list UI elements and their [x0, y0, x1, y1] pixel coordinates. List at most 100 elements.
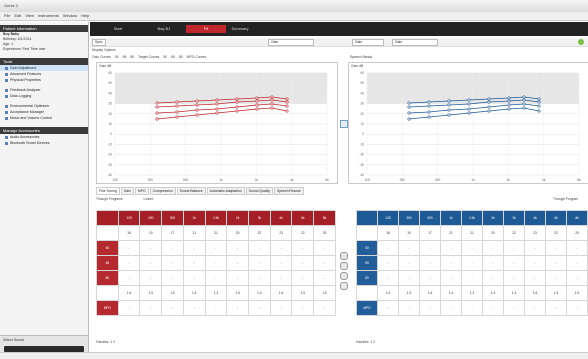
gain-cell[interactable]: - [139, 300, 163, 316]
gain-cell[interactable]: 17 [161, 225, 184, 241]
gain-cell[interactable]: 1.3 [461, 285, 483, 301]
gain-cell[interactable]: 1.5 [226, 285, 250, 301]
gain-cell[interactable]: - [139, 270, 163, 286]
gain-cell[interactable]: 19 [139, 225, 163, 241]
gain-cell[interactable]: 1.5 [139, 285, 163, 301]
display-option-5[interactable]: 50 [163, 55, 167, 59]
gain-cell[interactable]: 1.6 [161, 285, 184, 301]
display-option-1[interactable]: 50 [115, 55, 119, 59]
gain-cell[interactable]: 21 [440, 225, 462, 241]
display-option-3[interactable]: 80 [130, 55, 134, 59]
tab-gain[interactable]: Gain [120, 187, 134, 195]
display-option-2[interactable]: 65 [123, 55, 127, 59]
gain-cell[interactable]: - [440, 240, 462, 256]
tab-fine-tuning[interactable]: Fine Tuning [96, 187, 120, 195]
increase-gain-button[interactable] [340, 252, 348, 260]
gain-cell[interactable]: 20 [313, 225, 336, 241]
gain-cell[interactable]: - [226, 270, 250, 286]
gain-cell[interactable]: - [117, 300, 141, 316]
gain-cell[interactable]: - [291, 300, 315, 316]
gain-cell[interactable]: - [161, 300, 184, 316]
gain-cell[interactable]: - [503, 255, 525, 271]
gain-cell[interactable]: - [204, 270, 228, 286]
gain-cell[interactable]: 1.6 [566, 285, 588, 301]
gain-cell[interactable]: - [566, 270, 588, 286]
gain-cell[interactable]: - [226, 240, 250, 256]
gain-cell[interactable]: 17 [419, 225, 441, 241]
gain-cell[interactable]: - [291, 240, 315, 256]
gain-cell[interactable]: - [182, 270, 206, 286]
gain-cell[interactable]: - [440, 270, 462, 286]
gain-cell[interactable]: - [461, 270, 483, 286]
gain-cell[interactable]: - [204, 300, 228, 316]
gain-cell[interactable]: - [226, 300, 250, 316]
gain-cell[interactable]: 21 [204, 225, 228, 241]
gain-cell[interactable]: - [182, 300, 206, 316]
gain-cell[interactable]: - [524, 240, 546, 256]
gain-cell[interactable]: 20 [566, 225, 588, 241]
gain-cell[interactable]: - [182, 255, 206, 271]
gain-cell[interactable]: - [545, 255, 567, 271]
tab-bay-b1[interactable]: Bay B1 [144, 25, 184, 33]
gain-cell[interactable]: 19 [398, 225, 420, 241]
tab-compression[interactable]: Compression [149, 187, 176, 195]
menu-item-edit[interactable]: Edit [14, 12, 21, 20]
gain-cell[interactable]: 1.3 [204, 285, 228, 301]
gain-cell[interactable]: - [524, 270, 546, 286]
gain-cell[interactable]: - [161, 270, 184, 286]
gain-cell[interactable]: 1.4 [440, 285, 462, 301]
tab-mpo[interactable]: MPO [134, 187, 149, 195]
gain-cell[interactable]: - [117, 270, 141, 286]
gain-cell[interactable]: - [398, 240, 420, 256]
gain-cell[interactable]: 1.5 [482, 285, 504, 301]
gain-cell[interactable]: 23 [524, 225, 546, 241]
gain-cell[interactable]: 23 [269, 225, 293, 241]
menu-item-instruments[interactable]: Instruments [38, 12, 59, 20]
gain-cell[interactable]: - [269, 240, 293, 256]
gain-cell[interactable]: - [419, 240, 441, 256]
gain-cell[interactable]: 18 [117, 225, 141, 241]
gain-cell[interactable]: - [139, 240, 163, 256]
gain-cell[interactable]: - [377, 240, 399, 256]
gain-cell[interactable]: - [269, 255, 293, 271]
decrease-gain-button[interactable] [340, 272, 348, 280]
link-toggle-icon[interactable] [340, 120, 348, 128]
gain-cell[interactable]: - [524, 300, 546, 316]
display-option-0[interactable]: Gain Curves [92, 55, 111, 59]
gain-select-3[interactable]: Gain [392, 39, 438, 46]
tab-automatic-adaptation[interactable]: Automatic Adaptation [206, 187, 245, 195]
gain-cell[interactable]: - [161, 255, 184, 271]
menu-item-view[interactable]: View [25, 12, 34, 20]
gain-cell[interactable]: - [419, 270, 441, 286]
gain-select-2[interactable]: Gain [352, 39, 384, 46]
gain-cell[interactable]: - [204, 240, 228, 256]
link-button[interactable] [340, 262, 348, 270]
tab-speech-rescue[interactable]: Speech Rescue [273, 187, 304, 195]
gain-cell[interactable]: - [419, 300, 441, 316]
gain-select[interactable]: Gain [268, 39, 314, 46]
gain-cell[interactable]: - [524, 255, 546, 271]
gain-cell[interactable]: - [117, 240, 141, 256]
gain-cell[interactable]: - [182, 240, 206, 256]
gain-cell[interactable]: - [313, 300, 336, 316]
gain-cell[interactable]: 21 [461, 225, 483, 241]
gain-cell[interactable]: 22 [545, 225, 567, 241]
gain-cell[interactable]: - [566, 300, 588, 316]
gain-cell[interactable]: 1.5 [398, 285, 420, 301]
gain-cell[interactable]: - [398, 300, 420, 316]
gain-cell[interactable]: - [566, 240, 588, 256]
speech-bands-option[interactable]: Speech Bands [350, 55, 372, 59]
display-option-4[interactable]: Target Curves [138, 55, 159, 59]
gain-cell[interactable]: - [377, 270, 399, 286]
tab-summary[interactable]: Summary [220, 25, 260, 33]
gain-cell[interactable]: - [566, 255, 588, 271]
gain-cell[interactable]: 1.6 [269, 285, 293, 301]
gain-cell[interactable]: 1.4 [503, 285, 525, 301]
gain-cell[interactable]: 20 [226, 225, 250, 241]
gain-cell[interactable]: - [291, 255, 315, 271]
gain-cell[interactable]: - [248, 240, 271, 256]
gain-cell[interactable]: 22 [503, 225, 525, 241]
sync-button[interactable]: Sync [92, 39, 106, 46]
gain-cell[interactable]: 1.6 [524, 285, 546, 301]
gain-cell[interactable]: - [503, 240, 525, 256]
